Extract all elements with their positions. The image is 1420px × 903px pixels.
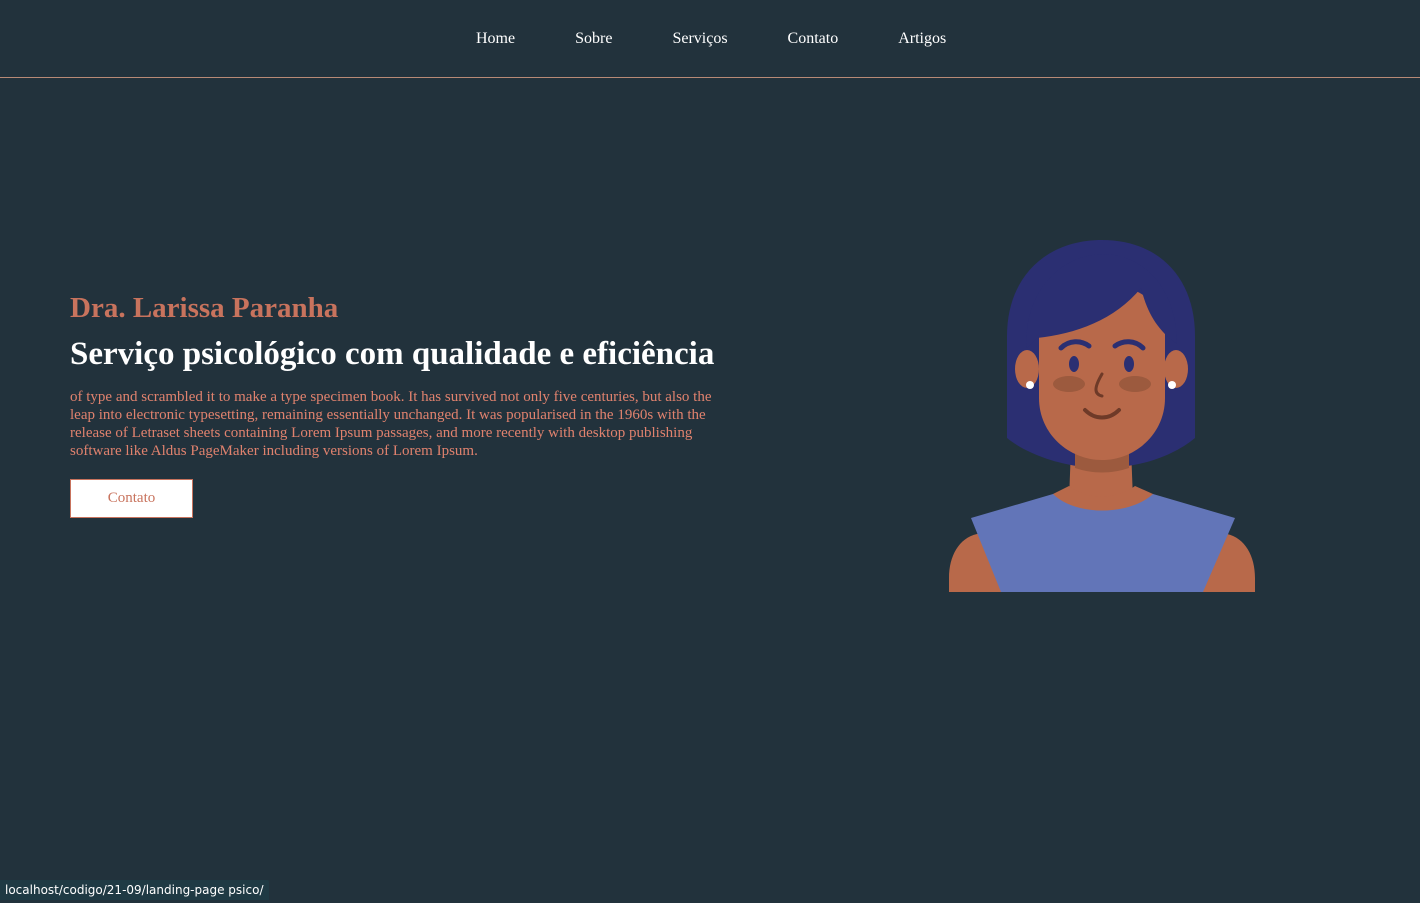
hero-title: Serviço psicológico com qualidade e efic… [70, 336, 715, 372]
navbar: Home Sobre Serviços Contato Artigos [0, 0, 1420, 78]
nav-item-contato[interactable]: Contato [788, 29, 839, 49]
hero-section: Dra. Larissa Paranha Serviço psicológico… [70, 290, 720, 518]
nav-item-artigos[interactable]: Artigos [898, 29, 946, 49]
doctor-name: Dra. Larissa Paranha [70, 292, 339, 324]
woman-avatar-icon [945, 238, 1259, 594]
nav-menu: Home Sobre Serviços Contato Artigos [476, 29, 946, 49]
nav-item-servicos[interactable]: Serviços [672, 29, 727, 49]
hero-description: of type and scrambled it to make a type … [70, 389, 712, 459]
contact-button[interactable]: Contato [70, 479, 193, 518]
nav-item-sobre[interactable]: Sobre [575, 29, 612, 49]
status-bar-url: localhost/codigo/21-09/landing-page psic… [0, 880, 270, 900]
nav-item-home[interactable]: Home [476, 29, 515, 49]
